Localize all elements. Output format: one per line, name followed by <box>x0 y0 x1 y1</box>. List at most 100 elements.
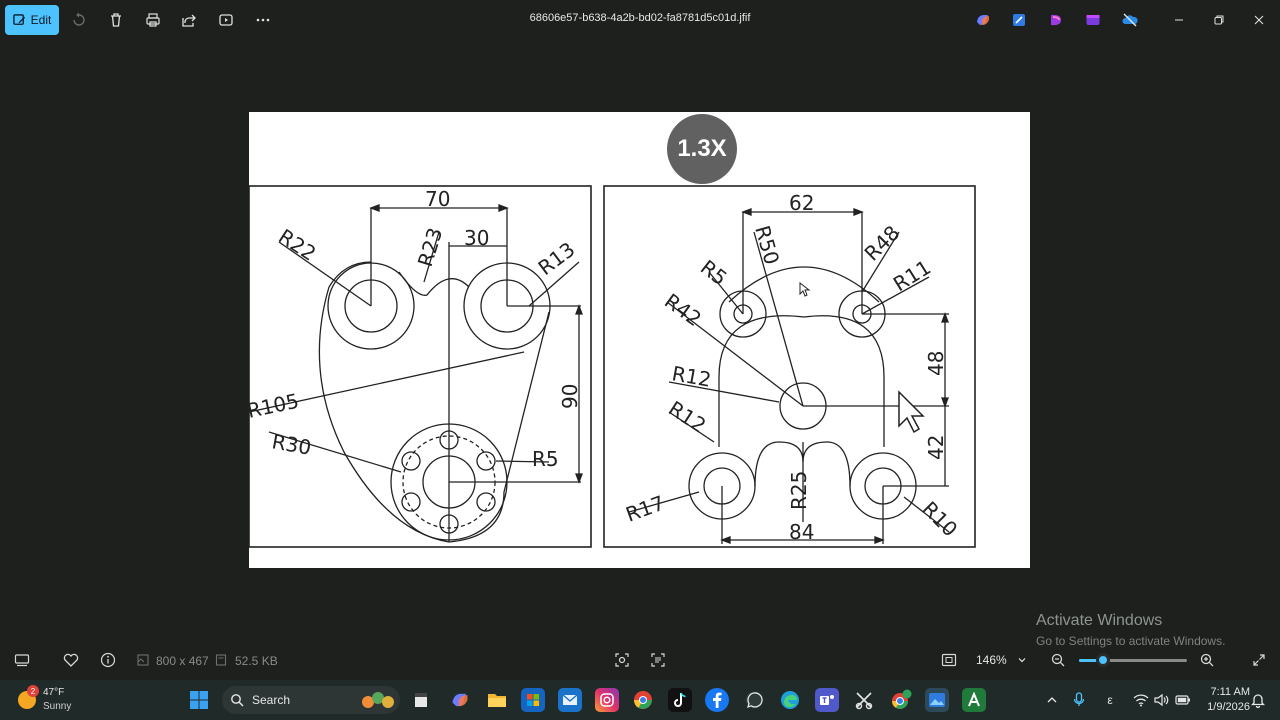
radius-right-r48: R48 <box>860 221 905 266</box>
taskbar-store-icon[interactable] <box>521 688 545 712</box>
dim-right-62: 62 <box>789 191 814 215</box>
activate-windows-title: Activate Windows <box>1036 612 1163 629</box>
taskbar-chrome-profile-icon[interactable] <box>889 688 913 712</box>
share-icon[interactable] <box>177 8 201 32</box>
radius-right-r10: R10 <box>917 497 962 542</box>
dim-right-42: 42 <box>924 435 948 460</box>
wifi-icon[interactable] <box>1133 691 1149 709</box>
video-editor-icon[interactable] <box>1083 10 1103 30</box>
search-highlight-icon <box>362 692 394 708</box>
large-cursor-arrow-icon <box>898 390 925 434</box>
delete-icon[interactable] <box>104 8 128 32</box>
taskbar: 2 47°F Sunny Search ε 7:11 AM 1/9/2026 <box>0 680 1280 720</box>
windows-start-icon[interactable] <box>187 688 211 712</box>
zoom-in-icon[interactable] <box>1197 650 1217 670</box>
radius-right-r12-a: R12 <box>670 361 713 391</box>
visual-search-icon[interactable] <box>612 650 632 670</box>
clock-date[interactable]: 1/9/2026 <box>1196 701 1250 713</box>
show-hidden-icons-chevron-icon[interactable] <box>1044 691 1060 709</box>
taskbar-search[interactable]: Search <box>222 686 400 714</box>
weather-alert-badge: 2 <box>27 685 39 697</box>
dim-right-48: 48 <box>924 351 948 376</box>
title-bar: Edit 68606e57-b638-4a2b-bd02-fa8781d5c01… <box>0 0 1280 40</box>
status-bar: 800 x 467 52.5 KB 146% <box>0 640 1280 680</box>
text-scan-icon[interactable] <box>648 650 668 670</box>
taskbar-file-explorer-icon[interactable] <box>485 688 509 712</box>
taskbar-instagram-icon[interactable] <box>595 688 619 712</box>
minimize-icon[interactable] <box>1167 8 1191 32</box>
zoom-out-icon[interactable] <box>1048 650 1068 670</box>
slideshow-icon[interactable] <box>214 8 238 32</box>
filmstrip-icon[interactable] <box>12 650 32 670</box>
dim-left-90: 90 <box>558 384 582 409</box>
more-options-icon[interactable] <box>251 8 275 32</box>
search-label: Search <box>252 693 291 707</box>
weather-condition[interactable]: Sunny <box>43 701 71 712</box>
input-language-indicator[interactable]: ε <box>1102 691 1118 709</box>
file-size: 52.5 KB <box>235 654 278 668</box>
dim-left-70: 70 <box>425 187 450 211</box>
taskbar-tiktok-icon[interactable] <box>668 688 692 712</box>
radius-left-r105: R105 <box>249 389 301 423</box>
taskbar-snipping-tool-icon[interactable] <box>852 688 876 712</box>
search-icon <box>231 694 244 707</box>
taskbar-outlook-icon[interactable] <box>558 688 582 712</box>
close-icon[interactable] <box>1247 8 1271 32</box>
info-icon[interactable] <box>98 650 118 670</box>
taskbar-access-icon[interactable] <box>962 688 986 712</box>
radius-right-r11: R11 <box>889 255 935 296</box>
radius-left-r30: R30 <box>270 429 313 459</box>
dim-right-84: 84 <box>789 520 814 544</box>
full-screen-icon[interactable] <box>1249 650 1269 670</box>
favorite-icon[interactable] <box>61 650 81 670</box>
radius-right-r42: R42 <box>660 289 706 332</box>
rotate-icon[interactable] <box>67 8 91 32</box>
cad-drawing: 70 30 90 R22 R23 R13 R105 R30 R5 62 48 4… <box>249 185 976 548</box>
clock-time[interactable]: 7:11 AM <box>1200 686 1250 698</box>
taskbar-whatsapp-icon[interactable] <box>742 688 766 712</box>
radius-right-r25: R25 <box>787 471 811 510</box>
taskbar-edge-icon[interactable] <box>778 688 802 712</box>
image-size-icon <box>133 650 153 670</box>
radius-left-r23: R23 <box>413 225 447 270</box>
copilot-icon[interactable] <box>973 10 993 30</box>
mouse-pointer-icon <box>799 282 811 297</box>
onedrive-error-icon[interactable] <box>1120 10 1140 30</box>
image-canvas[interactable]: 70 30 90 R22 R23 R13 R105 R30 R5 62 48 4… <box>249 112 1030 568</box>
designer-icon[interactable] <box>1009 10 1029 30</box>
fit-to-window-icon[interactable] <box>939 650 959 670</box>
window-title: 68606e57-b638-4a2b-bd02-fa8781d5c01d.jfi… <box>529 12 751 24</box>
zoom-dropdown[interactable]: 146% <box>968 646 1040 674</box>
radius-right-r17: R17 <box>623 491 668 527</box>
battery-icon[interactable] <box>1175 691 1191 709</box>
chevron-down-icon <box>1018 658 1026 663</box>
edit-image-icon <box>12 13 25 25</box>
image-dimensions: 800 x 467 <box>156 654 209 668</box>
edit-button[interactable]: Edit <box>5 5 59 35</box>
file-size-icon <box>211 650 231 670</box>
volume-icon[interactable] <box>1154 691 1170 709</box>
taskbar-app-files-icon[interactable] <box>409 688 433 712</box>
zoom-slider-thumb[interactable] <box>1095 653 1110 667</box>
taskbar-copilot-icon[interactable] <box>448 688 472 712</box>
zoom-slider[interactable] <box>1079 653 1187 667</box>
taskbar-chrome-icon[interactable] <box>631 688 655 712</box>
radius-left-r13: R13 <box>534 237 580 280</box>
restore-icon[interactable] <box>1207 8 1231 32</box>
radius-left-r5: R5 <box>532 447 559 471</box>
notification-bell-icon[interactable] <box>1250 691 1266 709</box>
dim-left-30: 30 <box>464 226 489 250</box>
microphone-icon[interactable] <box>1071 691 1087 709</box>
taskbar-teams-icon[interactable] <box>815 688 839 712</box>
print-icon[interactable] <box>141 8 165 32</box>
radius-right-r5: R5 <box>696 255 732 290</box>
radius-right-r12-b: R12 <box>664 396 710 438</box>
radius-left-r22: R22 <box>274 224 320 266</box>
edit-button-label: Edit <box>30 13 52 27</box>
taskbar-facebook-icon[interactable] <box>705 688 729 712</box>
radius-right-r50: R50 <box>750 223 784 267</box>
weather-temperature[interactable]: 47°F <box>43 687 64 698</box>
zoom-badge: 1.3X <box>667 114 737 184</box>
clipchamp-icon[interactable] <box>1046 10 1066 30</box>
taskbar-photos-icon[interactable] <box>925 688 949 712</box>
